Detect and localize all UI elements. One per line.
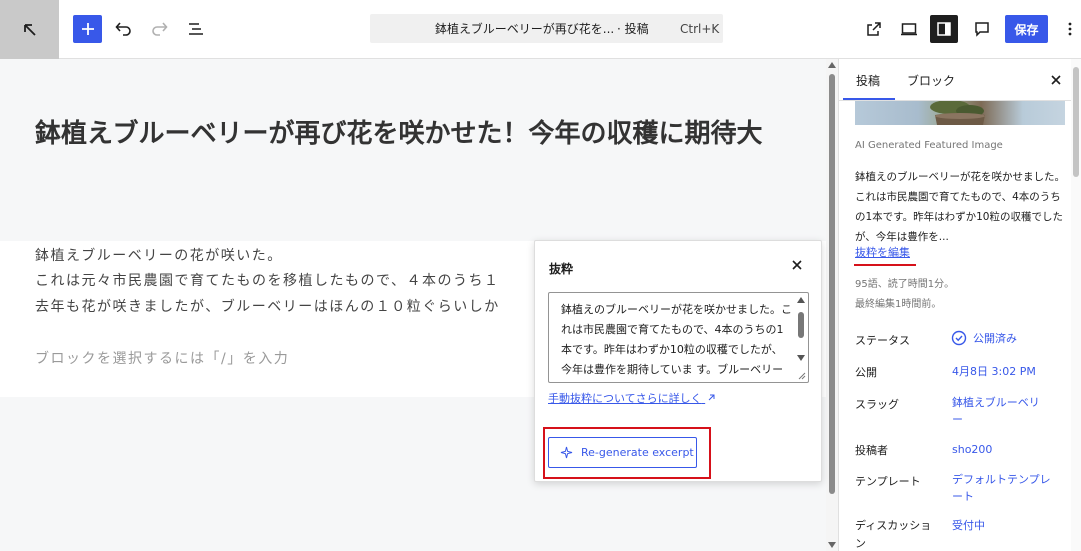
desktop-preview-icon [901, 23, 917, 36]
canvas-scrollbar[interactable] [826, 59, 838, 551]
settings-sidebar: 投稿 ブロック AI Generated Featured Image 鉢植えの… [838, 59, 1081, 551]
status-value-button[interactable]: 公開済み [951, 330, 1017, 346]
discussion-label: ディスカッション [855, 519, 932, 550]
scroll-up-arrow[interactable] [797, 297, 805, 303]
external-arrow-icon [708, 394, 715, 401]
scrollbar-thumb[interactable] [829, 74, 835, 494]
tab-block[interactable]: ブロック [907, 72, 955, 89]
paragraph-block[interactable]: 去年も花が咲きましたが、ブルーベリーはほんの１０粒ぐらいしか [35, 296, 500, 316]
add-block-button[interactable] [73, 15, 102, 43]
editor-header: 鉢植えブルーベリーが再び花を... · 投稿 Ctrl+K 保存 [0, 0, 1081, 59]
featured-image[interactable] [855, 101, 1065, 125]
paragraph-block[interactable]: これは元々市民農園で育てたものを移植したもので、４本のうち１ [35, 270, 499, 290]
edit-excerpt-link[interactable]: 抜粋を編集 [855, 244, 910, 260]
arrow-up-left-icon [23, 23, 36, 36]
paragraph-block[interactable]: 鉢植えブルーベリーの花が咲いた。 [35, 245, 283, 265]
excerpt-text: 鉢植えのブルーベリーが花を咲かせました。これは市民農園で育てたもので、4本のうち… [561, 303, 792, 376]
redo-button[interactable] [143, 14, 175, 44]
resize-handle-icon[interactable] [798, 372, 806, 380]
status-label: ステータス [855, 334, 910, 347]
back-button[interactable] [0, 0, 59, 59]
last-edited: 最終編集1時間前。 [855, 299, 942, 310]
excerpt-popover: 抜粋 鉢植えのブルーベリーが花を咲かせました。これは市民農園で育てたもので、4本… [534, 240, 822, 482]
ai-sparkle-icon [560, 446, 573, 459]
excerpt-preview: 鉢植えのブルーベリーが花を咲かせました。これは市民農園で育てたもので、4本のうち… [855, 171, 1065, 243]
document-title: 鉢植えブルーベリーが再び花を... [435, 22, 615, 36]
view-post-button[interactable] [858, 14, 890, 44]
annotation-underline [854, 264, 916, 266]
comments-button[interactable] [966, 14, 998, 44]
sidebar-close-button[interactable] [1048, 72, 1064, 88]
regenerate-label: Re-generate excerpt [581, 446, 694, 459]
preview-button[interactable] [893, 14, 925, 44]
sidebar-toggle-icon [937, 22, 951, 36]
save-button[interactable]: 保存 [1005, 15, 1048, 43]
undo-icon [115, 22, 131, 36]
block-placeholder[interactable]: ブロックを選択するには「/」を入力 [35, 348, 289, 368]
slug-button[interactable]: 鉢植えブルーベリー [952, 394, 1044, 428]
list-view-button[interactable] [180, 14, 212, 44]
sidebar-tabs: 投稿 ブロック [839, 59, 1081, 101]
title-area: 鉢植えブルーベリーが再び花を咲かせた！今年の収穫に期待大 [0, 59, 826, 241]
plus-icon [81, 23, 94, 35]
options-button[interactable] [1062, 14, 1078, 44]
learn-more-text: 手動抜粋についてさらに詳しく [548, 392, 702, 405]
vertical-ellipsis-icon [1068, 22, 1072, 36]
author-label: 投稿者 [855, 444, 888, 457]
publish-date-button[interactable]: 4月8日 3:02 PM [952, 363, 1052, 380]
scroll-down-arrow[interactable] [828, 542, 836, 548]
list-view-icon [189, 23, 203, 35]
slug-label: スラッグ [855, 398, 899, 411]
learn-more-link[interactable]: 手動抜粋についてさらに詳しく [548, 390, 716, 406]
active-tab-indicator [843, 98, 895, 100]
popover-title: 抜粋 [549, 262, 574, 276]
post-title[interactable]: 鉢植えブルーベリーが再び花を咲かせた！今年の収穫に期待大 [35, 113, 795, 155]
plant-image-icon [930, 101, 985, 125]
settings-toggle-button[interactable] [930, 15, 958, 43]
scrollbar-thumb[interactable] [1073, 67, 1079, 177]
excerpt-textarea[interactable]: 鉢植えのブルーベリーが花を咲かせました。これは市民農園で育てたもので、4本のうち… [548, 292, 809, 383]
scroll-up-arrow[interactable] [828, 62, 836, 68]
close-icon [1051, 75, 1061, 85]
sidebar-scrollbar[interactable] [1071, 59, 1081, 551]
close-icon [792, 260, 802, 270]
check-circle-icon [951, 330, 967, 346]
regenerate-excerpt-button[interactable]: Re-generate excerpt [548, 437, 697, 468]
external-link-icon [867, 22, 881, 36]
template-label: テンプレート [855, 475, 921, 488]
scroll-down-arrow[interactable] [797, 355, 805, 361]
author-button[interactable]: sho200 [952, 441, 1052, 458]
command-palette-bar[interactable]: 鉢植えブルーベリーが再び花を... · 投稿 Ctrl+K [370, 14, 723, 43]
discussion-button[interactable]: 受付中 [952, 517, 1052, 534]
popover-close-button[interactable] [789, 257, 805, 273]
word-count: 95語、読了時間1分。 [855, 279, 955, 290]
textarea-scrollbar[interactable] [795, 295, 807, 381]
tab-post[interactable]: 投稿 [856, 72, 880, 89]
publish-label: 公開 [855, 366, 877, 379]
template-button[interactable]: デフォルトテンプレート [952, 471, 1052, 505]
comment-icon [975, 22, 989, 37]
shortcut-hint: Ctrl+K [680, 21, 720, 36]
scrollbar-thumb[interactable] [798, 312, 804, 338]
redo-icon [152, 22, 168, 36]
featured-image-caption: AI Generated Featured Image [855, 140, 1003, 151]
undo-button[interactable] [108, 14, 140, 44]
document-type: · 投稿 [617, 22, 649, 36]
status-value: 公開済み [973, 332, 1017, 345]
